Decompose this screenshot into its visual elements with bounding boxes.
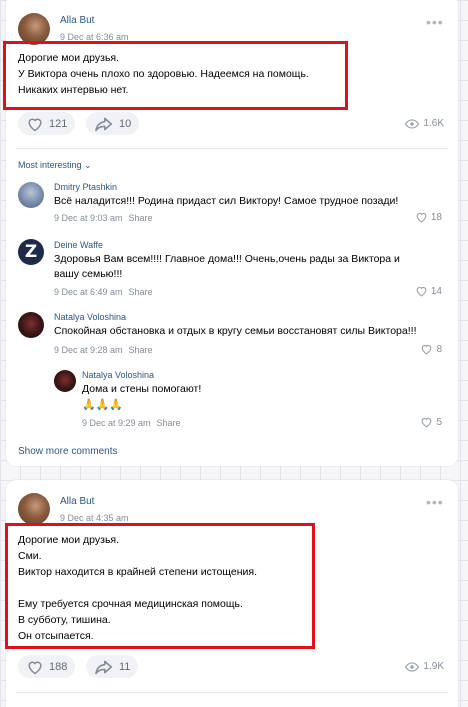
like-count: 121 [49,117,68,130]
highlight-box [3,41,348,110]
heart-icon [28,118,42,131]
reply-like-button[interactable]: 5 [420,416,442,428]
heart-icon [416,286,427,297]
show-more-comments-link[interactable]: Show more comments [18,446,117,457]
heart-icon [416,212,427,223]
praying-hands-emoji: 🙏🙏🙏 [82,399,124,411]
avatar[interactable] [54,370,76,392]
post-card: ••• Alla But 9 Dec at 6:36 am Дорогие мо… [3,0,458,466]
more-options-icon[interactable]: ••• [426,14,444,30]
reply-author[interactable]: Natalya Voloshina [82,370,154,380]
comment-share-link[interactable]: Share [129,213,153,223]
sort-selector[interactable]: Most interesting ⌄ [18,160,92,171]
reply-time[interactable]: 9 Dec at 9:29 am [82,418,151,428]
comment-author[interactable]: Deine Waffe [54,240,103,250]
views-count: 1.6K [423,118,444,129]
views: 1.9K [405,661,444,672]
post-card: ••• Alla But 9 Dec at 4:35 am Дорогие мо… [5,480,458,707]
comment-like-count: 14 [430,285,442,297]
heart-icon [28,661,42,674]
avatar[interactable]: Z [18,239,44,265]
avatar-letter-icon: Z [24,242,38,262]
comment-like-count: 18 [430,211,442,223]
post-author[interactable]: Alla But [60,496,94,507]
share-count: 10 [119,117,132,130]
comment-text: Всё наладится!!! Родина придаст сил Викт… [54,195,399,207]
highlight-box [5,523,315,649]
comment-text: Здоровья Вам всем!!!! Главное дома!!! Оч… [54,252,400,282]
views: 1.6K [405,118,444,129]
avatar[interactable] [18,182,44,208]
like-button[interactable]: 121 [18,112,76,135]
eye-icon [405,661,420,672]
chevron-down-icon: ⌄ [84,160,92,170]
sort-label: Most interesting [18,160,82,170]
comment-author[interactable]: Natalya Voloshina [54,312,126,322]
comment-meta: 9 Dec at 9:28 am Share [54,345,153,355]
comment-share-link[interactable]: Share [129,287,153,297]
heart-icon [422,344,432,355]
avatar[interactable] [18,493,50,525]
more-options-icon[interactable]: ••• [426,494,444,510]
post-time[interactable]: 9 Dec at 4:35 am [60,513,129,523]
reply-like-count: 5 [436,416,442,428]
divider [16,148,448,149]
share-arrow-icon [95,117,112,131]
like-button[interactable]: 188 [18,655,76,678]
reply-share-link[interactable]: Share [157,418,181,428]
post-author[interactable]: Alla But [60,15,94,26]
comment-meta: 9 Dec at 6:49 am Share [54,287,153,297]
share-arrow-icon [95,660,112,674]
comment-time[interactable]: 9 Dec at 6:49 am [54,287,123,297]
share-count: 11 [119,660,131,673]
comment-share-link[interactable]: Share [129,345,153,355]
comment-like-button[interactable]: 8 [420,343,442,355]
avatar[interactable] [18,312,44,338]
comment-time[interactable]: 9 Dec at 9:28 am [54,345,123,355]
comment-author[interactable]: Dmitry Ptashkin [54,182,117,192]
reply-meta: 9 Dec at 9:29 am Share [82,418,181,428]
comment-time[interactable]: 9 Dec at 9:03 am [54,213,123,223]
comment-text: Спокойная обстановка и отдых в кругу сем… [54,325,417,337]
eye-icon [405,118,420,129]
comment-meta: 9 Dec at 9:03 am Share [54,213,153,223]
reply-text: Дома и стены помогают! [82,383,202,395]
heart-icon [422,417,432,428]
share-button[interactable]: 10 [86,112,140,135]
comment-text-line: вашу семью!!! [54,268,123,280]
comment-like-button[interactable]: 18 [415,211,442,223]
share-button[interactable]: 11 [86,655,139,678]
views-count: 1.9K [423,661,444,672]
divider [16,692,448,693]
like-count: 188 [49,660,68,673]
comment-text-line: Здоровья Вам всем!!!! Главное дома!!! Оч… [54,253,400,265]
comment-like-button[interactable]: 14 [415,285,442,297]
comment-like-count: 8 [436,343,442,355]
